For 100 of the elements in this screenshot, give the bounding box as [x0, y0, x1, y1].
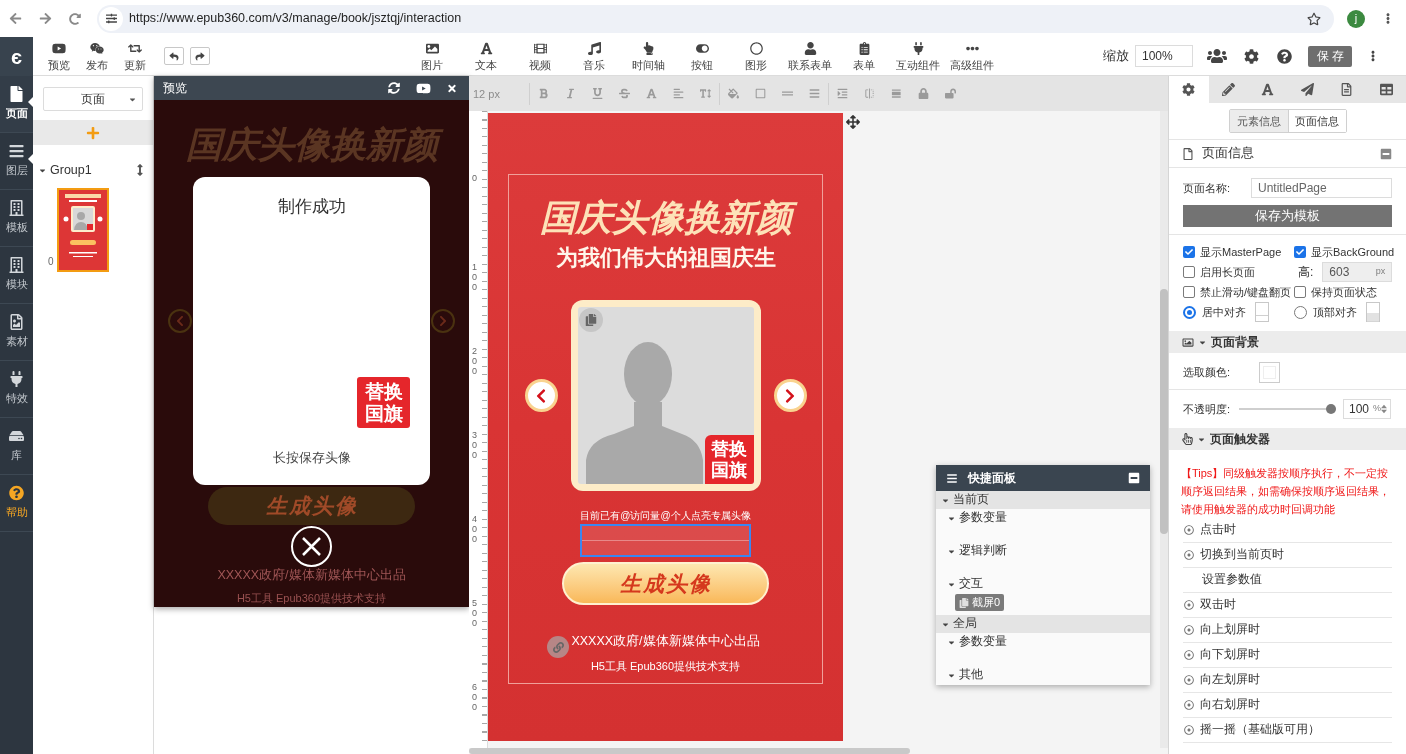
section-header[interactable]: 页面触发器	[1169, 428, 1406, 450]
save-as-template-button[interactable]: 保存为模板	[1183, 205, 1392, 227]
trigger-item[interactable]: 向右划屏时	[1183, 693, 1392, 718]
help-icon[interactable]	[1277, 48, 1292, 64]
vertical-dots-icon[interactable]	[1386, 12, 1390, 25]
toolbar-button[interactable]: 互动组件	[891, 40, 945, 72]
copy-icon[interactable]	[578, 308, 603, 332]
section-header[interactable]: 页面信息	[1169, 140, 1406, 168]
address-bar[interactable]: https://www.epub360.com/v3/manage/book/jsztqj/interaction	[97, 4, 1334, 33]
plus-icon	[86, 125, 100, 140]
opacity-field[interactable]: 100 %	[1343, 399, 1391, 419]
tree-node[interactable]: 逻辑判断	[936, 542, 1150, 560]
checkbox[interactable]	[1294, 286, 1306, 298]
people-icon[interactable]	[1207, 48, 1227, 64]
save-hint: 长按保存头像	[272, 450, 351, 467]
back-icon[interactable]	[9, 12, 22, 25]
unit-label: %	[1373, 402, 1381, 416]
replace-flag-badge[interactable]: 替换国旗	[704, 435, 754, 484]
component-chip[interactable]: 截屏0	[955, 594, 1005, 611]
opacity-input[interactable]: 100	[1349, 400, 1371, 418]
toolbar-button[interactable]: 文本	[459, 40, 513, 72]
support-text: H5工具 Epub360提供技术支持	[590, 659, 741, 673]
next-button[interactable]	[773, 379, 807, 412]
trigger-item[interactable]: 向左划屏时	[1183, 668, 1392, 693]
zoom-field[interactable]: 100%	[1135, 45, 1193, 67]
section-header[interactable]: 页面背景	[1169, 331, 1406, 353]
page-dropdown[interactable]: 页面	[43, 87, 143, 111]
toolbar-button[interactable]: 更新	[116, 40, 154, 72]
trigger-item[interactable]: 摇一摇（基础版可用）	[1183, 718, 1392, 743]
slider-thumb[interactable]	[1326, 404, 1336, 414]
settings-icon[interactable]	[1244, 48, 1259, 64]
checkbox[interactable]	[1294, 246, 1306, 258]
view-tab[interactable]: 页面信息	[1287, 110, 1346, 132]
previous-button[interactable]	[524, 379, 558, 412]
star-icon[interactable]	[1307, 11, 1321, 26]
inspector-tab[interactable]	[1366, 76, 1406, 103]
trigger-item[interactable]: 设置参数值	[1183, 568, 1392, 593]
toolbar-button[interactable]: 发布	[78, 40, 116, 72]
tree-node[interactable]: 交互	[936, 575, 1150, 593]
color-swatch[interactable]	[1259, 361, 1280, 383]
sliders-icon[interactable]	[99, 6, 123, 31]
checkbox[interactable]	[1183, 286, 1195, 298]
reload-icon[interactable]	[69, 12, 81, 25]
tree-node[interactable]: 其他	[936, 666, 1150, 684]
replace-flag-badge[interactable]: 替换国旗	[357, 377, 410, 428]
toolbar-button[interactable]: 视频	[513, 40, 567, 72]
scrollbar-thumb[interactable]	[1160, 289, 1168, 534]
nav-tab[interactable]: 页面	[0, 76, 33, 133]
toolbar-button[interactable]: 表单	[837, 40, 891, 72]
file-icon	[1183, 147, 1193, 160]
close-icon[interactable]	[447, 82, 457, 94]
refresh-icon[interactable]	[388, 82, 400, 94]
toolbar-button[interactable]: 高级组件	[945, 40, 999, 72]
dialog-title: 制作成功	[277, 197, 346, 217]
toolbar-button[interactable]: 时间轴	[621, 40, 675, 72]
forward-icon[interactable]	[39, 12, 52, 25]
tree-node[interactable]: 参数变量	[936, 509, 1150, 527]
redo-button[interactable]	[190, 47, 210, 65]
page-name-field[interactable]: UntitledPage	[1251, 178, 1392, 198]
toolbar-button[interactable]: 按钮	[675, 40, 729, 72]
app-logo[interactable]: є	[0, 37, 33, 76]
spinner-arrows-icon[interactable]	[1381, 403, 1387, 415]
trigger-item[interactable]: 向上划屏时	[1183, 618, 1392, 643]
profile-avatar[interactable]: j	[1347, 9, 1365, 28]
horizontal-scrollbar-thumb[interactable]	[469, 748, 910, 754]
curved-arrow-right-icon	[195, 51, 205, 61]
tree-section[interactable]: 当前页	[936, 491, 1150, 509]
video-play-icon	[52, 42, 66, 55]
up-down-arrow-icon[interactable]	[137, 164, 143, 176]
toolbar-button[interactable]: 预览	[40, 40, 78, 72]
trigger-item[interactable]: 点击时	[1183, 518, 1392, 543]
tree-node[interactable]: 参数变量	[936, 633, 1150, 651]
trigger-item[interactable]: 向下划屏时	[1183, 643, 1392, 668]
menu-icon[interactable]	[946, 472, 958, 484]
checkbox[interactable]	[1183, 246, 1195, 258]
checkbox[interactable]	[1183, 266, 1195, 278]
pencil-icon	[1221, 83, 1235, 96]
undo-button[interactable]	[164, 47, 184, 65]
toolbar-button[interactable]: 联系表单	[783, 40, 837, 72]
toolbar-button[interactable]: 图片	[405, 40, 459, 72]
option-label: 居中对齐	[1202, 304, 1246, 320]
video-play-icon[interactable]	[416, 81, 431, 95]
trigger-item[interactable]: 切换到当前页时	[1183, 543, 1392, 568]
close-circle-icon[interactable]	[291, 526, 332, 567]
tree-section[interactable]: 全局	[936, 615, 1150, 633]
toolbar-button[interactable]: 音乐	[567, 40, 621, 72]
ruler-label: 600	[472, 683, 477, 713]
tips-text: 【Tips】同级触发器按顺序执行，不一定按顺序返回结果，如需确保按顺序返回结果，请使用触发器的成功时回调功能	[1180, 466, 1391, 517]
inspector-tab[interactable]	[1208, 76, 1248, 103]
radio-button[interactable]	[1294, 305, 1307, 319]
opacity-slider[interactable]	[1239, 404, 1336, 414]
group-toggle[interactable]: Group1	[39, 160, 92, 180]
radio-button[interactable]	[1183, 305, 1196, 319]
image-icon	[1182, 336, 1194, 348]
save-button[interactable]: 保存	[1308, 45, 1352, 67]
trigger-item[interactable]: 双击时	[1183, 593, 1392, 618]
view-tab[interactable]: 元素信息	[1229, 110, 1288, 132]
four-way-arrows-icon[interactable]	[846, 115, 860, 129]
vertical-dots-icon[interactable]	[1371, 49, 1375, 63]
toolbar-button[interactable]: 图形	[729, 40, 783, 72]
